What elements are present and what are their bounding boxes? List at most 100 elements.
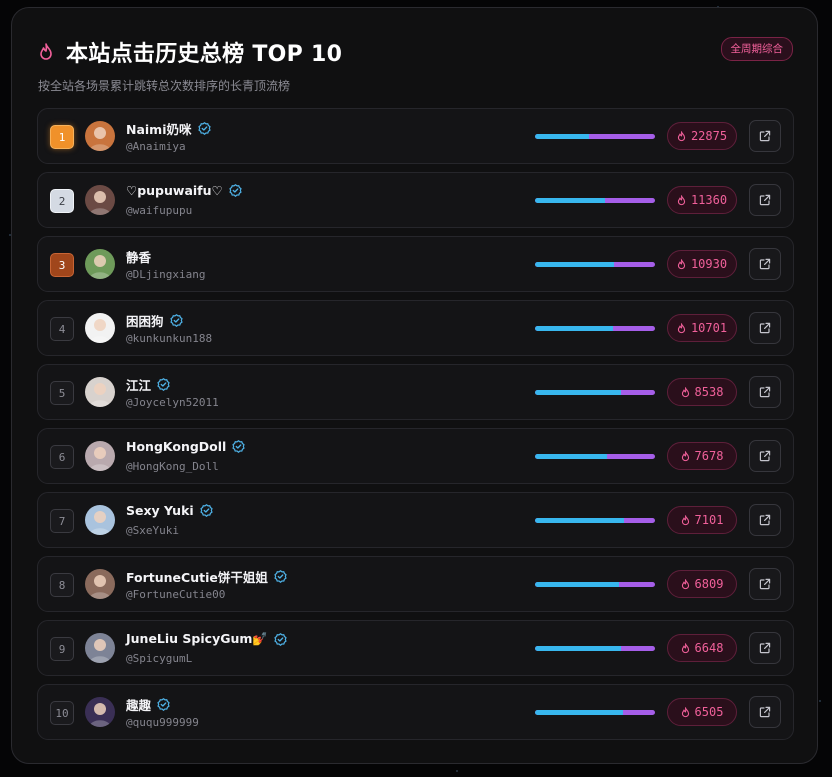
flame-icon <box>677 258 686 269</box>
creator-handle: @SpicygumL <box>126 652 193 665</box>
share-bar <box>535 134 655 139</box>
ranking-row[interactable]: 6 HongKongDoll @HongKong_Doll 7678 <box>37 428 794 484</box>
creator-name[interactable]: FortuneCutie饼干姐姐 <box>126 567 268 586</box>
creator-name[interactable]: 困困狗 <box>126 311 164 330</box>
verified-badge-icon <box>157 378 170 391</box>
open-link-button[interactable] <box>749 312 781 344</box>
flame-icon <box>681 642 689 653</box>
rank-badge: 6 <box>50 445 74 469</box>
creator-handle: @FortuneCutie00 <box>126 588 226 601</box>
flame-icon <box>681 706 689 717</box>
open-link-button[interactable] <box>749 504 781 536</box>
click-count-pill: 6505 <box>667 698 737 726</box>
share-bar <box>535 198 655 203</box>
rank-badge: 5 <box>50 381 74 405</box>
click-count: 10930 <box>690 257 728 271</box>
name-line: ♡pupuwaifu♡ <box>126 183 242 198</box>
open-link-button[interactable] <box>749 184 781 216</box>
creator-handle: @HongKong_Doll <box>126 460 219 473</box>
name-line: 困困狗 <box>126 311 183 330</box>
creator-handle: @Joycelyn52011 <box>126 396 219 409</box>
ranking-row[interactable]: 9 JuneLiu SpicyGum💅 @SpicygumL 6648 <box>37 620 794 676</box>
avatar <box>85 697 115 727</box>
leaderboard-panel: 本站点击历史总榜 TOP 10 按全站各场景累计跳转总次数排序的长青顶流榜 全周… <box>11 7 818 764</box>
verified-badge-icon <box>157 698 170 711</box>
flame-icon <box>681 450 689 461</box>
verified-badge-icon <box>232 440 245 453</box>
share-bar-fill <box>535 582 619 587</box>
rank-badge: 1 <box>50 125 74 149</box>
click-count: 11360 <box>690 193 728 207</box>
rank-badge: 4 <box>50 317 74 341</box>
ranking-list: 1 Naimi奶咪 @Anaimiya 22875 2 ♡pupuwaifu♡ … <box>37 108 794 748</box>
open-link-button[interactable] <box>749 248 781 280</box>
flame-icon <box>681 514 689 525</box>
click-count: 22875 <box>690 129 728 143</box>
open-link-button[interactable] <box>749 696 781 728</box>
click-count-pill: 7678 <box>667 442 737 470</box>
click-count-pill: 11360 <box>667 186 737 214</box>
open-link-button[interactable] <box>749 568 781 600</box>
share-bar-fill <box>535 646 622 651</box>
external-link-icon <box>759 706 771 718</box>
creator-name[interactable]: Sexy Yuki <box>126 503 194 518</box>
verified-badge-icon <box>200 504 213 517</box>
ranking-row[interactable]: 8 FortuneCutie饼干姐姐 @FortuneCutie00 6809 <box>37 556 794 612</box>
name-line: 静香 <box>126 247 151 266</box>
ranking-row[interactable]: 7 Sexy Yuki @SxeYuki 7101 <box>37 492 794 548</box>
creator-handle: @kunkunkun188 <box>126 332 213 345</box>
flame-icon <box>40 43 52 60</box>
open-link-button[interactable] <box>749 120 781 152</box>
avatar <box>85 185 115 215</box>
name-line: HongKongDoll <box>126 439 245 454</box>
avatar <box>85 249 115 279</box>
rank-badge: 2 <box>50 189 74 213</box>
flame-icon <box>677 130 686 141</box>
ranking-row[interactable]: 4 困困狗 @kunkunkun188 10701 <box>37 300 794 356</box>
ranking-row[interactable]: 1 Naimi奶咪 @Anaimiya 22875 <box>37 108 794 164</box>
click-count-pill: 10701 <box>667 314 737 342</box>
name-line: 趣趣 <box>126 695 170 714</box>
ranking-row[interactable]: 3 静香 @DLjingxiang 10930 <box>37 236 794 292</box>
click-count-pill: 8538 <box>667 378 737 406</box>
creator-name[interactable]: HongKongDoll <box>126 439 226 454</box>
share-bar <box>535 710 655 715</box>
flame-icon <box>681 578 689 589</box>
share-bar-fill <box>535 390 622 395</box>
creator-name[interactable]: 趣趣 <box>126 695 151 714</box>
share-bar-fill <box>535 518 624 523</box>
creator-name[interactable]: ♡pupuwaifu♡ <box>126 183 223 198</box>
ranking-row[interactable]: 10 趣趣 @ququ999999 6505 <box>37 684 794 740</box>
share-bar-fill <box>535 262 615 267</box>
external-link-icon <box>759 258 771 270</box>
open-link-button[interactable] <box>749 376 781 408</box>
flame-icon <box>677 322 686 333</box>
ranking-row[interactable]: 5 江江 @Joycelyn52011 8538 <box>37 364 794 420</box>
creator-name[interactable]: 江江 <box>126 375 151 394</box>
ranking-row[interactable]: 2 ♡pupuwaifu♡ @waifupupu 11360 <box>37 172 794 228</box>
creator-name[interactable]: Naimi奶咪 <box>126 119 192 138</box>
click-count: 6809 <box>694 577 724 591</box>
title-row: 本站点击历史总榜 TOP 10 <box>38 36 342 68</box>
share-bar <box>535 326 655 331</box>
creator-name[interactable]: JuneLiu SpicyGum💅 <box>126 631 268 647</box>
name-line: JuneLiu SpicyGum💅 <box>126 631 287 647</box>
share-bar <box>535 582 655 587</box>
open-link-button[interactable] <box>749 632 781 664</box>
name-line: Sexy Yuki <box>126 503 213 518</box>
name-line: FortuneCutie饼干姐姐 <box>126 567 287 586</box>
period-badge[interactable]: 全周期综合 <box>720 37 793 61</box>
external-link-icon <box>759 514 771 526</box>
share-bar-fill <box>535 326 613 331</box>
share-bar <box>535 518 655 523</box>
creator-name[interactable]: 静香 <box>126 247 151 266</box>
rank-badge: 9 <box>50 637 74 661</box>
click-count-pill: 7101 <box>667 506 737 534</box>
click-count: 10701 <box>690 321 728 335</box>
rank-badge: 3 <box>50 253 74 277</box>
flame-icon <box>681 386 689 397</box>
external-link-icon <box>759 386 771 398</box>
external-link-icon <box>759 450 771 462</box>
open-link-button[interactable] <box>749 440 781 472</box>
avatar <box>85 121 115 151</box>
